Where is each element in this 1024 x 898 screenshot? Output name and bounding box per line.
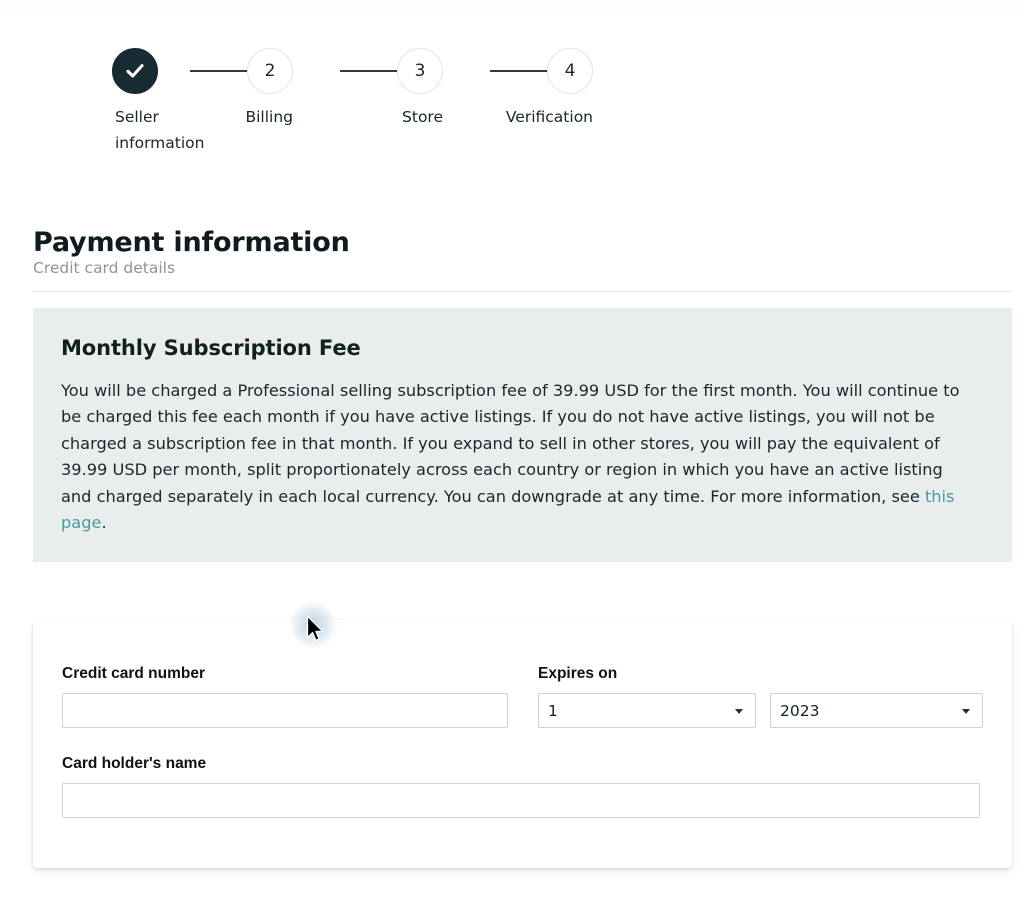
expiry-month-select[interactable]: 1 xyxy=(538,693,756,728)
credit-card-number-group: Credit card number xyxy=(62,665,508,728)
credit-card-form-card: Credit card number Expires on 1 2023 Car… xyxy=(33,620,1012,868)
chevron-down-icon xyxy=(962,708,970,714)
stepper-connector-2 xyxy=(340,70,398,72)
form-row-card-holder: Card holder's name xyxy=(62,755,983,818)
credit-card-number-label: Credit card number xyxy=(62,665,205,682)
step-circle-4: 4 xyxy=(547,48,593,94)
expiry-selects: 1 2023 xyxy=(538,693,983,728)
subscription-fee-notice: Monthly Subscription Fee You will be cha… xyxy=(33,308,1012,563)
notice-body-text: You will be charged a Professional selli… xyxy=(61,381,960,506)
card-holder-name-input[interactable] xyxy=(62,783,980,818)
form-row-card-and-expiry: Credit card number Expires on 1 2023 xyxy=(62,665,983,728)
chevron-down-icon xyxy=(735,708,743,714)
card-holder-name-label: Card holder's name xyxy=(62,755,207,772)
check-icon xyxy=(123,59,147,83)
page-title: Payment information xyxy=(33,227,350,259)
expires-on-group: Expires on 1 2023 xyxy=(538,665,983,728)
notice-title: Monthly Subscription Fee xyxy=(61,336,361,360)
notice-body-text-end: . xyxy=(101,513,107,533)
credit-card-number-input[interactable] xyxy=(62,693,508,728)
stepper-label-billing: Billing xyxy=(245,108,293,126)
step-number-4: 4 xyxy=(564,61,576,81)
step-circle-3: 3 xyxy=(397,48,443,94)
expires-on-label: Expires on xyxy=(538,665,618,682)
stepper-label-verification: Verification xyxy=(505,108,593,126)
stepper-label-seller-information: Seller information xyxy=(115,108,205,152)
stepper-connector-3 xyxy=(490,70,548,72)
expiry-year-select[interactable]: 2023 xyxy=(770,693,983,728)
stepper-connector-1 xyxy=(190,70,248,72)
step-number-2: 2 xyxy=(264,61,276,81)
mouse-pointer-icon xyxy=(306,615,326,643)
step-number-3: 3 xyxy=(414,61,426,81)
notice-body: You will be charged a Professional selli… xyxy=(61,378,977,536)
expiry-year-value: 2023 xyxy=(770,693,983,728)
top-edge-strip xyxy=(0,0,1024,14)
header-divider xyxy=(33,291,1012,292)
step-circle-completed xyxy=(112,48,158,94)
expiry-month-value: 1 xyxy=(538,693,756,728)
page-subtitle: Credit card details xyxy=(33,259,176,277)
step-circle-2: 2 xyxy=(247,48,293,94)
payment-information-page: Seller information 2 Billing 3 Store 4 V… xyxy=(0,0,1024,898)
stepper-label-store: Store xyxy=(402,108,443,126)
